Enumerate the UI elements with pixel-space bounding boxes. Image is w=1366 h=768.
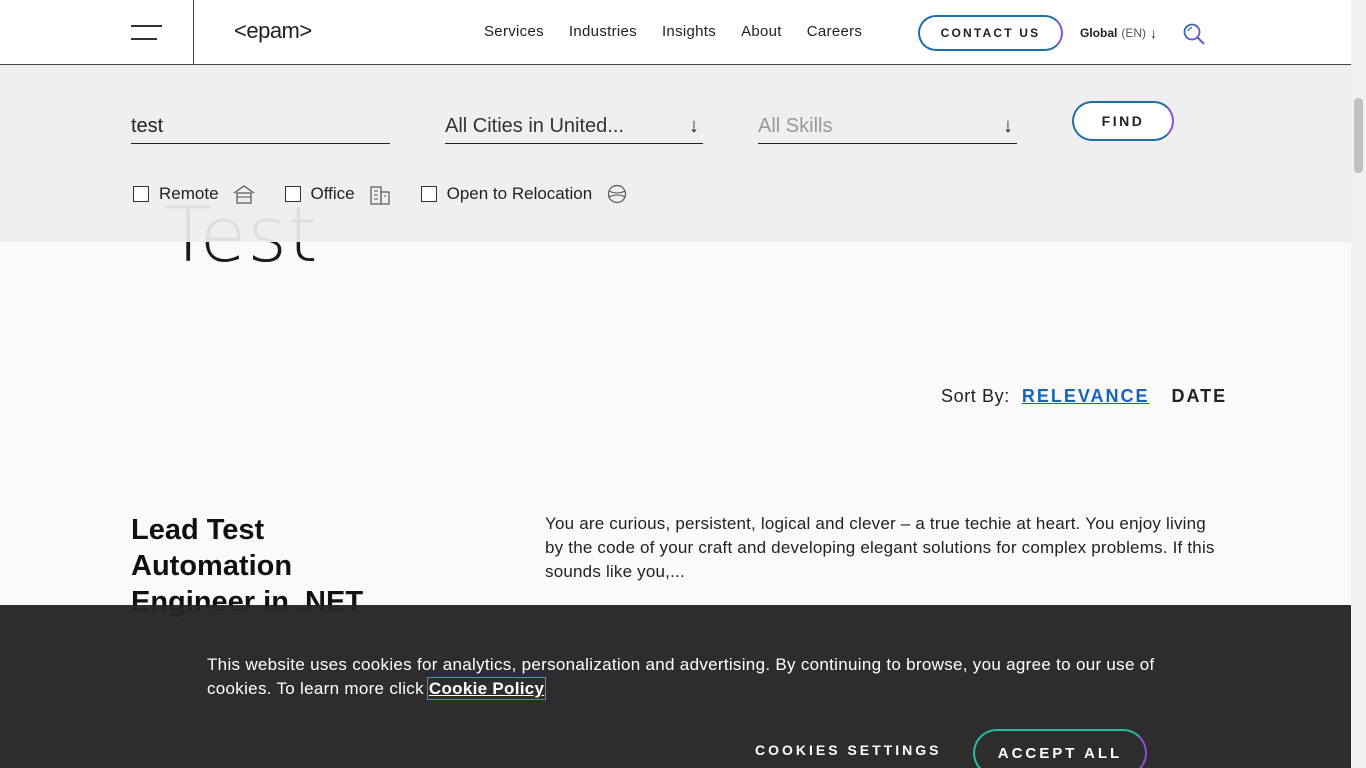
job-title[interactable]: Lead Test Automation Engineer in .NET [131,512,411,620]
nav-services[interactable]: Services [484,23,544,40]
nav-about[interactable]: About [741,23,782,40]
globe-icon [608,184,627,204]
arrow-down-icon: ↓ [1003,115,1013,137]
filter-remote[interactable]: Remote [133,183,257,205]
cookie-message: This website uses cookies for analytics,… [207,655,1155,698]
locale-selector[interactable]: Global (EN) ↓ [1080,25,1157,41]
sort-label: Sort By: [941,386,1010,406]
filter-relocation[interactable]: Open to Relocation [420,183,631,205]
cookies-settings-button[interactable]: COOKIES SETTINGS [755,742,941,758]
find-button[interactable]: FIND [1072,101,1174,141]
cookie-policy-link[interactable]: Cookie Policy [426,677,547,700]
building-icon [370,186,390,205]
locale-region: Global [1080,26,1118,40]
filter-checkboxes: Remote Office Open to Relocation [133,183,658,205]
nav-careers[interactable]: Careers [807,23,862,40]
home-icon [233,185,254,204]
nav-industries[interactable]: Industries [569,23,637,40]
scrollbar-thumb[interactable] [1354,98,1363,173]
header-divider [193,0,194,65]
arrow-down-icon: ↓ [1150,25,1158,41]
epam-logo[interactable]: <epam> [234,18,312,44]
keyword-input[interactable]: test [131,110,390,144]
contact-us-button[interactable]: CONTACT US [918,15,1063,51]
accept-all-button[interactable]: ACCEPT ALL [973,729,1147,768]
filter-label: Open to Relocation [446,184,593,203]
sort-relevance-link[interactable]: RELEVANCE [1022,386,1150,407]
arrow-down-icon: ↓ [689,115,699,137]
sort-date-link[interactable]: DATE [1172,386,1228,407]
remote-checkbox[interactable] [133,186,149,202]
locale-language: (EN) [1121,26,1147,40]
cookie-banner: This website uses cookies for analytics,… [0,605,1351,768]
search-icon[interactable] [1182,22,1206,46]
job-description: You are curious, persistent, logical and… [545,514,1215,581]
city-value: All Cities in United... [445,115,624,137]
skills-placeholder: All Skills [758,115,833,137]
main-nav: Services Industries Insights About Caree… [484,23,862,40]
nav-insights[interactable]: Insights [662,23,716,40]
site-header: <epam> Services Industries Insights Abou… [0,0,1351,65]
city-select[interactable]: All Cities in United... ↓ [445,110,703,144]
filter-label: Remote [159,184,219,203]
office-checkbox[interactable] [284,186,301,202]
skills-select[interactable]: All Skills ↓ [758,110,1017,144]
keyword-value: test [131,115,164,137]
sort-controls: Sort By: RELEVANCE DATE [941,386,1227,407]
job-search-panel: test All Cities in United... ↓ All Skill… [0,65,1351,242]
menu-icon[interactable] [131,25,162,41]
cookie-text: This website uses cookies for analytics,… [207,653,1167,701]
page-scrollbar[interactable] [1351,0,1366,768]
relocation-checkbox[interactable] [420,186,437,202]
filter-office[interactable]: Office [284,183,393,205]
filter-label: Office [310,184,355,203]
